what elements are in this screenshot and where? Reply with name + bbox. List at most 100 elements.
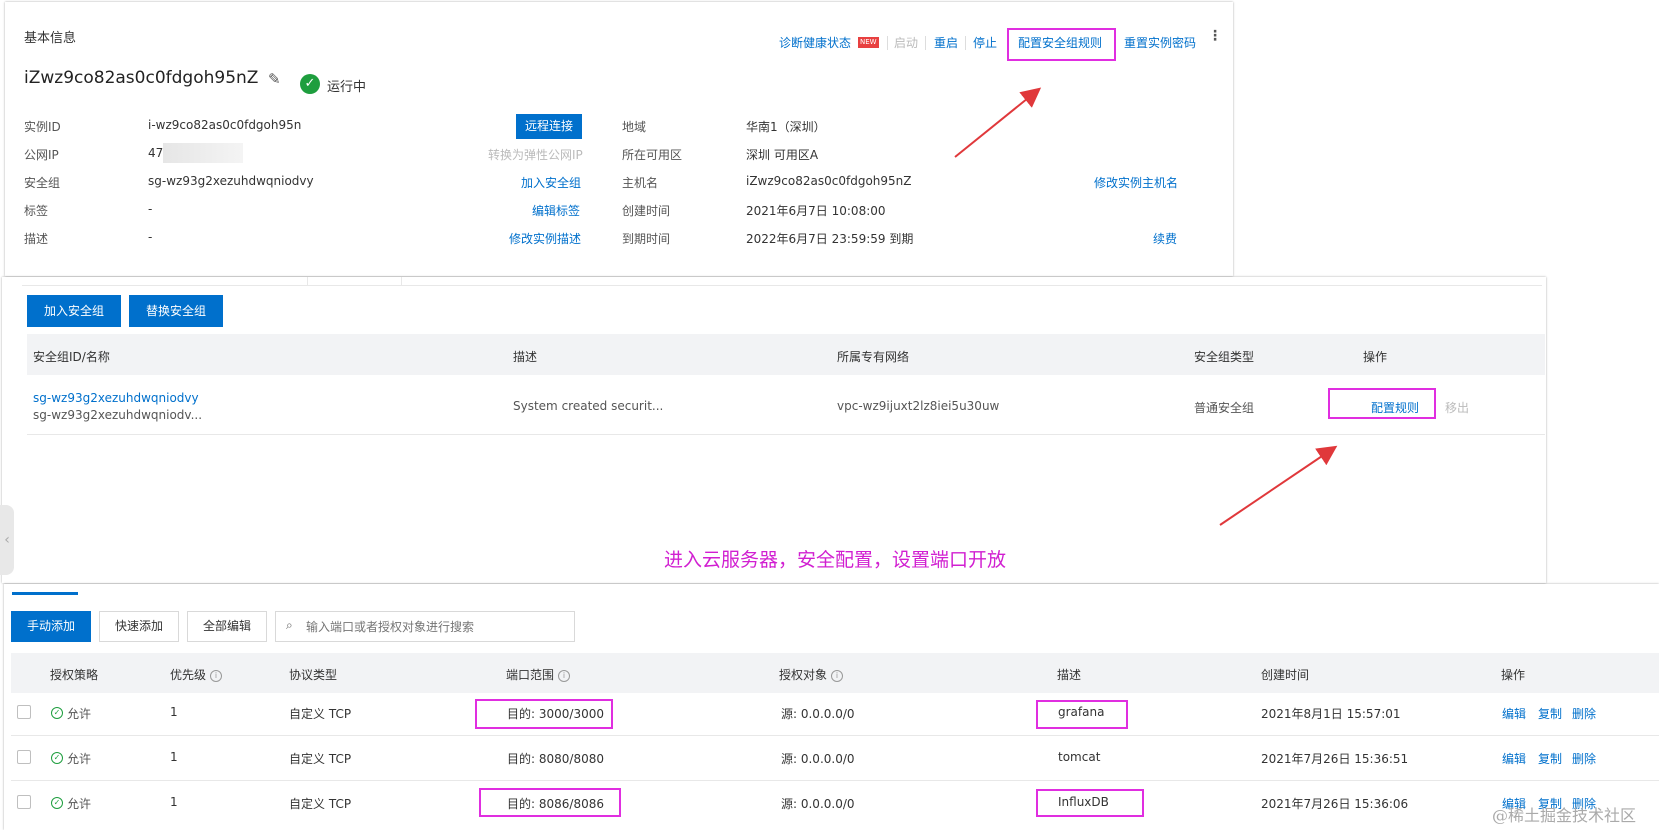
instance-name: iZwz9co82as0c0fdgoh95nZ bbox=[24, 68, 259, 88]
remote-connect-button[interactable]: 远程连接 bbox=[516, 114, 582, 139]
priority: 1 bbox=[170, 705, 178, 719]
join-sg-link[interactable]: 加入安全组 bbox=[521, 174, 581, 191]
col-header-object: 授权对象 i bbox=[779, 666, 844, 683]
col-header-ops: 操作 bbox=[1501, 668, 1526, 682]
public-ip-label: 公网IP bbox=[24, 148, 59, 162]
col-header-priority: 优先级 i bbox=[170, 666, 223, 683]
col-header-protocol: 协议类型 bbox=[289, 668, 338, 682]
sg-table-header bbox=[27, 334, 1545, 375]
copy-link[interactable]: 复制 bbox=[1538, 705, 1562, 722]
col-header: 安全组ID/名称 bbox=[33, 350, 110, 364]
replace-sg-button[interactable]: 替换安全组 bbox=[129, 295, 223, 327]
sg-name: sg-wz93g2xezuhdwqniodv... bbox=[33, 408, 203, 422]
tab-divider bbox=[307, 277, 308, 285]
edit-link[interactable]: 编辑 bbox=[1502, 705, 1526, 722]
desc-label: 描述 bbox=[24, 232, 49, 246]
instance-id-value: i-wz9co82as0c0fdgoh95n bbox=[148, 118, 302, 132]
tab-divider bbox=[401, 277, 402, 285]
highlight-box bbox=[1328, 388, 1436, 419]
public-ip-value: 47 bbox=[148, 146, 164, 160]
col-header-policy: 授权策略 bbox=[50, 668, 99, 682]
reset-password-link[interactable]: 重置实例密码 bbox=[1124, 34, 1196, 51]
highlight-box bbox=[479, 788, 621, 817]
delete-link[interactable]: 删除 bbox=[1572, 750, 1596, 767]
protocol: 自定义 TCP bbox=[289, 797, 352, 811]
copy-link[interactable]: 复制 bbox=[1538, 750, 1562, 767]
allow-check-icon: ✓ bbox=[51, 707, 63, 719]
section-title: 基本信息 bbox=[24, 31, 77, 46]
stop-link[interactable]: 停止 bbox=[973, 34, 997, 51]
more-icon[interactable]: ⋮ bbox=[1208, 29, 1222, 43]
info-icon[interactable]: i bbox=[210, 669, 223, 682]
tab-strip-line bbox=[22, 285, 1542, 286]
quick-add-button[interactable]: 快速添加 bbox=[99, 611, 179, 642]
expire-label: 到期时间 bbox=[622, 232, 671, 246]
edit-all-button[interactable]: 全部编辑 bbox=[187, 611, 267, 642]
col-header: 操作 bbox=[1363, 350, 1388, 364]
col-header: 安全组类型 bbox=[1194, 350, 1255, 364]
info-icon[interactable]: i bbox=[831, 669, 844, 682]
remove-link[interactable]: 移出 bbox=[1445, 399, 1469, 416]
join-sg-button[interactable]: 加入安全组 bbox=[27, 295, 121, 327]
col-header-created: 创建时间 bbox=[1261, 668, 1310, 682]
sg-type: 普通安全组 bbox=[1194, 401, 1255, 415]
delete-link[interactable]: 删除 bbox=[1572, 705, 1596, 722]
row-divider bbox=[27, 434, 1545, 435]
edit-link[interactable]: 编辑 bbox=[1502, 750, 1526, 767]
region-label: 地域 bbox=[622, 120, 647, 134]
allow-check-icon: ✓ bbox=[51, 752, 63, 764]
separator bbox=[965, 36, 966, 50]
edit-pencil-icon[interactable]: ✎ bbox=[268, 70, 281, 88]
sg-id-link[interactable]: sg-wz93g2xezuhdwqniodvy bbox=[33, 391, 199, 405]
edit-hostname-link[interactable]: 修改实例主机名 bbox=[1094, 174, 1178, 191]
watermark: @稀土掘金技术社区 bbox=[1492, 806, 1637, 825]
col-header-desc: 描述 bbox=[1057, 668, 1082, 682]
restart-link[interactable]: 重启 bbox=[934, 34, 958, 51]
expire-value: 2022年6月7日 23:59:59 到期 bbox=[746, 232, 914, 246]
hostname-value: iZwz9co82as0c0fdgoh95nZ bbox=[746, 174, 912, 188]
auth-object: 源: 0.0.0.0/0 bbox=[781, 707, 855, 721]
auth-object: 源: 0.0.0.0/0 bbox=[781, 752, 855, 766]
allow-check-icon: ✓ bbox=[51, 797, 63, 809]
edit-tags-link[interactable]: 编辑标签 bbox=[532, 202, 580, 219]
col-header: 描述 bbox=[513, 350, 538, 364]
manual-add-button[interactable]: 手动添加 bbox=[11, 611, 91, 642]
renew-link[interactable]: 续费 bbox=[1153, 230, 1177, 247]
rule-created: 2021年7月26日 15:36:06 bbox=[1261, 797, 1409, 811]
highlight-box bbox=[1007, 28, 1116, 61]
policy: 允许 bbox=[67, 797, 92, 811]
protocol: 自定义 TCP bbox=[289, 707, 352, 721]
row-checkbox[interactable] bbox=[17, 795, 31, 809]
col-header: 所属专有网络 bbox=[837, 350, 910, 364]
row-divider bbox=[11, 735, 1659, 736]
search-icon: ⌕ bbox=[286, 618, 293, 632]
collapse-handle-icon[interactable]: ‹ bbox=[0, 505, 14, 575]
convert-eip-link[interactable]: 转换为弹性公网IP bbox=[488, 146, 583, 163]
region-value: 华南1（深圳） bbox=[746, 120, 826, 134]
ip-mask bbox=[163, 143, 243, 163]
col-header-port: 端口范围 i bbox=[506, 666, 571, 683]
highlight-box bbox=[475, 699, 613, 729]
rules-panel: 手动添加 快速添加 全部编辑 ⌕ 授权策略 优先级i 协议类型 端口范围i 授权… bbox=[4, 584, 1659, 830]
diagnose-link[interactable]: 诊断健康状态 bbox=[779, 34, 851, 51]
row-checkbox[interactable] bbox=[17, 705, 31, 719]
tag-value: - bbox=[148, 202, 153, 216]
search-box[interactable]: ⌕ bbox=[275, 611, 575, 642]
start-link[interactable]: 启动 bbox=[894, 34, 918, 51]
search-input[interactable] bbox=[304, 617, 568, 637]
rule-created: 2021年8月1日 15:57:01 bbox=[1261, 707, 1401, 721]
annotation-text: 进入云服务器，安全配置，设置端口开放 bbox=[664, 549, 1007, 571]
policy: 允许 bbox=[67, 752, 92, 766]
hostname-label: 主机名 bbox=[622, 176, 659, 190]
priority: 1 bbox=[170, 750, 178, 764]
sg-vpc: vpc-wz9ijuxt2lz8iei5u30uw bbox=[837, 399, 1000, 413]
highlight-box bbox=[1036, 700, 1128, 729]
row-divider bbox=[11, 780, 1659, 781]
edit-desc-link[interactable]: 修改实例描述 bbox=[509, 230, 581, 247]
info-icon[interactable]: i bbox=[558, 669, 571, 682]
row-checkbox[interactable] bbox=[17, 750, 31, 764]
created-label: 创建时间 bbox=[622, 204, 671, 218]
tag-label: 标签 bbox=[24, 204, 49, 218]
sg-desc: System created securit... bbox=[513, 399, 664, 413]
zone-label: 所在可用区 bbox=[622, 148, 683, 162]
